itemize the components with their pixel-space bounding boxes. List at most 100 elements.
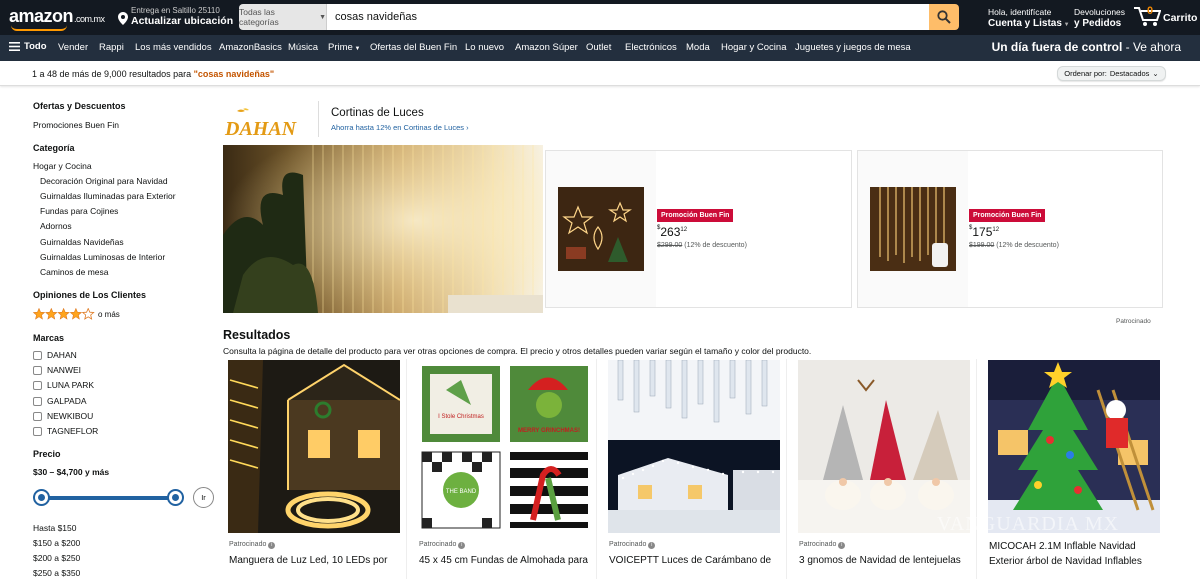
- category-link[interactable]: Guirnaldas Navideñas: [40, 237, 124, 247]
- all-menu-button[interactable]: Todo: [9, 41, 47, 52]
- nav-item[interactable]: Juguetes y juegos de mesa: [795, 42, 911, 53]
- price-range-link[interactable]: $150 a $200: [33, 538, 80, 548]
- results-subheading: Consulta la página de detalle del produc…: [223, 346, 812, 356]
- checkbox[interactable]: [33, 350, 42, 360]
- old-price-value: $299.00: [657, 242, 683, 249]
- price-slider-min-handle[interactable]: [33, 489, 50, 506]
- account-lists[interactable]: Hola, identifícate Cuenta y Listas ▼: [988, 7, 1070, 31]
- price-range-value: $30 – $4,700 y más: [33, 467, 110, 477]
- price-slider-track[interactable]: [42, 496, 176, 500]
- sort-dropdown[interactable]: Ordenar por: Destacados ⌄: [1057, 66, 1166, 81]
- sequin-gnomes-image: [798, 360, 970, 533]
- brand-checkbox[interactable]: LUNA PARK: [33, 380, 94, 390]
- price-slider-max-handle[interactable]: [167, 489, 184, 506]
- info-icon[interactable]: i: [648, 542, 656, 549]
- category-link[interactable]: Guirnaldas Iluminadas para Exterior: [40, 191, 176, 201]
- product-image[interactable]: [558, 187, 644, 271]
- price-range-link[interactable]: $200 a $250: [33, 553, 80, 563]
- search-input[interactable]: [327, 4, 929, 30]
- category-link[interactable]: Caminos de mesa: [40, 267, 109, 277]
- nav-item[interactable]: Amazon Súper: [515, 42, 578, 53]
- nav-item[interactable]: Rappi: [99, 42, 124, 53]
- nav-item[interactable]: Outlet: [586, 42, 611, 53]
- product-image[interactable]: [988, 360, 1160, 533]
- price-range-link[interactable]: Hasta $150: [33, 523, 76, 533]
- brand-checkbox[interactable]: GALPADA: [33, 396, 87, 406]
- checkbox[interactable]: [33, 365, 42, 375]
- product-title-link[interactable]: 45 x 45 cm Fundas de Almohada para: [419, 555, 591, 566]
- sponsored-brand-header[interactable]: DAHAN Cortinas de Luces Ahorra hasta 12%…: [223, 101, 623, 141]
- caret-down-icon: ▼: [352, 46, 361, 52]
- brand-label: LUNA PARK: [47, 380, 95, 390]
- sponsored-tag: Patrocinado i: [609, 541, 656, 549]
- product-image[interactable]: I Stole Christmas MERRY GRINCHMAS! THE B…: [418, 360, 590, 533]
- product-image[interactable]: [228, 360, 400, 533]
- product-image[interactable]: [798, 360, 970, 533]
- brand-checkbox[interactable]: NANWEI: [33, 365, 81, 375]
- brand-title[interactable]: Cortinas de Luces: [331, 107, 424, 119]
- product-title-line2[interactable]: Exterior árbol de Navidad Inflables: [989, 556, 1165, 567]
- category-link[interactable]: Adornos: [40, 221, 72, 231]
- old-price-value: $199.00: [969, 242, 995, 249]
- price-go-button[interactable]: Ir: [193, 487, 214, 508]
- price-range-link[interactable]: $250 a $350: [33, 568, 80, 578]
- brand-checkbox[interactable]: DAHAN: [33, 350, 77, 360]
- search-category-select[interactable]: Todas las categorías ▼: [239, 4, 327, 30]
- checkbox[interactable]: [33, 380, 42, 390]
- nav-item[interactable]: Moda: [686, 42, 710, 53]
- product-card[interactable]: Patrocinado i 3 gnomos de Navidad de lent…: [795, 359, 972, 579]
- nav-item[interactable]: Los más vendidos: [135, 42, 212, 53]
- nav-item[interactable]: Lo nuevo: [465, 42, 504, 53]
- offers-link[interactable]: Promociones Buen Fin: [33, 120, 119, 130]
- price-fraction: 12: [680, 227, 688, 233]
- returns-orders[interactable]: Devoluciones y Pedidos: [1074, 7, 1125, 29]
- pillow-text: MERRY GRINCHMAS!: [518, 428, 580, 434]
- pillow-text: I Stole Christmas: [438, 414, 484, 420]
- dahan-logo-text: DAHAN: [224, 118, 298, 140]
- brand-banner-image[interactable]: [223, 145, 543, 313]
- nav-item[interactable]: Hogar y Cocina: [721, 42, 786, 53]
- nav-item[interactable]: AmazonBasics: [219, 42, 282, 53]
- brand-checkbox[interactable]: NEWKIBOU: [33, 411, 93, 421]
- info-icon[interactable]: i: [838, 542, 846, 549]
- product-title-link[interactable]: MICOCAH 2.1M Inflable Navidad: [989, 541, 1165, 552]
- nav-promo-link[interactable]: Un día fuera de control - Ve ahora: [992, 40, 1181, 54]
- nav-item[interactable]: Música: [288, 42, 318, 53]
- product-image[interactable]: [608, 360, 780, 533]
- category-root-link[interactable]: Hogar y Cocina: [33, 161, 92, 171]
- checkbox[interactable]: [33, 396, 42, 406]
- search-button[interactable]: [929, 4, 959, 30]
- rating-filter[interactable]: o más: [33, 308, 120, 320]
- info-icon[interactable]: i: [268, 542, 276, 549]
- info-icon[interactable]: i: [458, 542, 466, 549]
- brands-heading: Marcas: [33, 333, 65, 343]
- nav-item[interactable]: Electrónicos: [625, 42, 677, 53]
- nav-item-prime[interactable]: Prime ▼: [328, 42, 360, 53]
- cart-button[interactable]: 0 Carrito: [1133, 5, 1197, 27]
- nav-item[interactable]: Vender: [58, 42, 88, 53]
- category-link[interactable]: Fundas para Cojines: [40, 206, 118, 216]
- brand-subtitle-link[interactable]: Ahorra hasta 12% en Cortinas de Luces ›: [331, 123, 469, 132]
- checkbox[interactable]: [33, 426, 42, 436]
- product-title-link[interactable]: Manguera de Luz Led, 10 LEDs por: [229, 555, 401, 566]
- product-card[interactable]: Patrocinado i VOICEPTT Luces de Carámbano…: [605, 359, 782, 579]
- category-link[interactable]: Guirnaldas Luminosas de Interior: [40, 252, 165, 262]
- chevron-down-icon: ⌄: [1152, 69, 1159, 78]
- product-card[interactable]: I Stole Christmas MERRY GRINCHMAS! THE B…: [415, 359, 592, 579]
- amazon-logo[interactable]: amazon.com.mx: [9, 6, 105, 31]
- hamburger-icon: [9, 42, 20, 51]
- delivery-location[interactable]: Entrega en Saltillo 25110 Actualizar ubi…: [118, 6, 233, 27]
- brand-product-card[interactable]: Promoción Buen Fin $26312 $299.00 (12% d…: [545, 150, 852, 308]
- brand-product-card[interactable]: Promoción Buen Fin $17512 $199.00 (12% d…: [857, 150, 1163, 308]
- nav-item[interactable]: Ofertas del Buen Fin: [370, 42, 457, 53]
- category-heading: Categoría: [33, 143, 75, 153]
- brand-checkbox[interactable]: TAGNEFLOR: [33, 426, 98, 436]
- product-title-link[interactable]: VOICEPTT Luces de Carámbano de: [609, 555, 781, 566]
- category-link[interactable]: Decoración Original para Navidad: [40, 176, 168, 186]
- product-image[interactable]: [870, 187, 956, 271]
- checkbox[interactable]: [33, 411, 42, 421]
- product-title-link[interactable]: 3 gnomos de Navidad de lentejuelas: [799, 555, 971, 566]
- product-card[interactable]: Patrocinado i Manguera de Luz Led, 10 LED…: [225, 359, 402, 579]
- account-line2: Cuenta y Listas: [988, 18, 1062, 29]
- product-card[interactable]: MICOCAH 2.1M Inflable Navidad Exterior á…: [985, 359, 1162, 579]
